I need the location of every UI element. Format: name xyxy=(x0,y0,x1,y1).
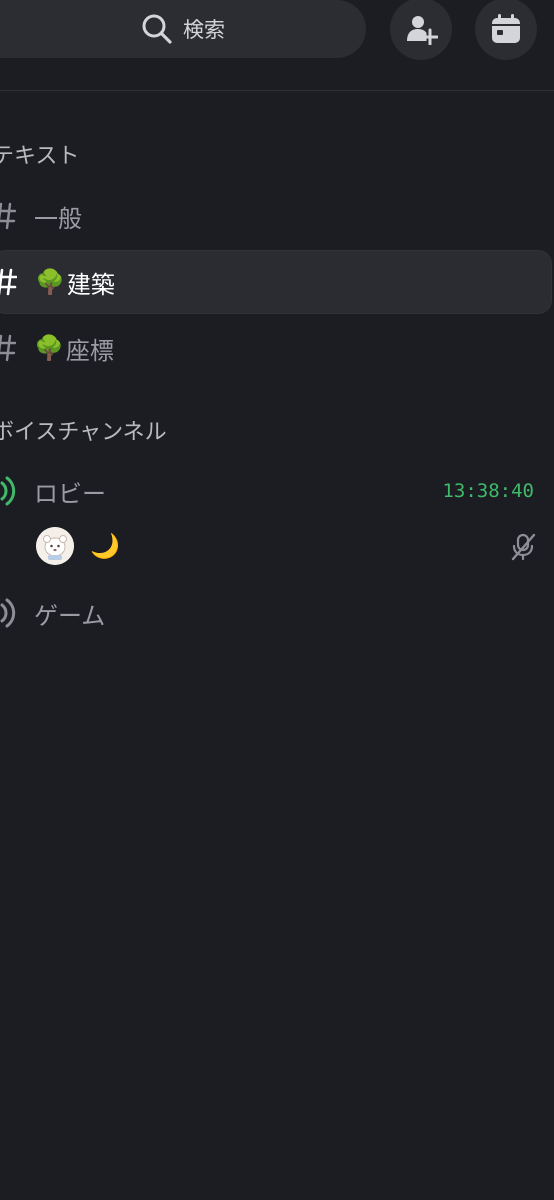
voice-active-icon xyxy=(0,476,22,506)
mic-muted-icon xyxy=(510,533,536,565)
moon-status-emoji: 🌙 xyxy=(90,532,120,560)
channel-architecture[interactable]: 🌳 建築 xyxy=(0,250,552,314)
channel-label: 建築 xyxy=(66,270,115,299)
voice-channel-name: ロビー xyxy=(34,479,106,508)
channel-coordinates[interactable]: 🌳 座標 xyxy=(0,316,552,380)
voice-elapsed-timer: 13:38:40 xyxy=(442,480,534,502)
tree-emoji: 🌳 xyxy=(35,268,65,296)
channel-name: 🌳 座標 xyxy=(34,331,114,366)
text-channels-header[interactable]: テキスト xyxy=(0,138,79,170)
calendar-icon xyxy=(492,14,520,43)
events-button[interactable] xyxy=(475,0,537,60)
hash-icon xyxy=(0,202,22,230)
header-divider xyxy=(0,90,554,91)
avatar xyxy=(36,527,74,565)
search-button[interactable]: 検索 xyxy=(0,0,366,58)
channel-label: 座標 xyxy=(65,336,114,365)
channel-name: 一般 xyxy=(34,204,82,233)
voice-channel-icon xyxy=(0,598,22,628)
channel-name: 🌳 建築 xyxy=(35,265,115,300)
hash-icon xyxy=(0,268,23,296)
add-member-icon xyxy=(407,16,438,45)
search-icon xyxy=(142,14,172,44)
voice-channel-game[interactable]: ゲーム xyxy=(0,588,552,638)
hash-icon xyxy=(0,334,22,362)
invite-members-button[interactable] xyxy=(390,0,452,60)
voice-channel-lobby[interactable]: ロビー 13:38:40 xyxy=(0,466,552,516)
voice-channels-header[interactable]: ボイスチャンネル xyxy=(0,414,167,446)
voice-participant[interactable]: 🌙 xyxy=(36,525,536,567)
channel-general[interactable]: 一般 xyxy=(0,184,552,248)
tree-emoji: 🌳 xyxy=(34,334,64,362)
search-label: 検索 xyxy=(183,18,225,42)
channel-list-screen: 検索 テキスト 一般 🌳 建築 🌳 座標 ボイスチャンネル ロビー 13:38:… xyxy=(0,0,554,1200)
voice-channel-name: ゲーム xyxy=(34,601,106,630)
